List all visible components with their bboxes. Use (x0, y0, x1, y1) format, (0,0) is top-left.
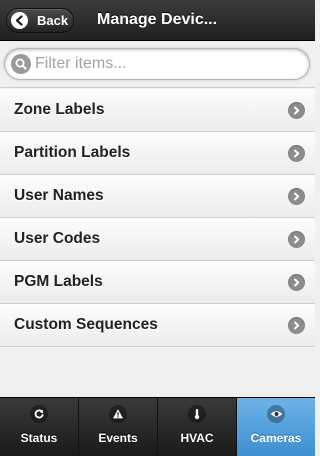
eye-icon (267, 405, 285, 423)
device-settings-list: Zone Labels Partition Labels User Names … (0, 89, 315, 347)
back-button-label: Back (37, 13, 69, 28)
chevron-right-icon (288, 231, 305, 248)
list-item-label: Zone Labels (14, 101, 105, 118)
list-item-zone-labels[interactable]: Zone Labels (0, 89, 315, 132)
chevron-right-icon (288, 274, 305, 291)
tab-status[interactable]: Status (0, 398, 79, 456)
list-item-user-codes[interactable]: User Codes (0, 218, 315, 261)
header-bar: Back Manage Devic... (0, 0, 315, 41)
list-item-partition-labels[interactable]: Partition Labels (0, 132, 315, 175)
tab-hvac[interactable]: HVAC (158, 398, 237, 456)
list-item-pgm-labels[interactable]: PGM Labels (0, 261, 315, 304)
alert-icon (109, 405, 127, 423)
list-item-label: User Names (14, 187, 104, 204)
filter-input[interactable] (35, 53, 300, 75)
list-item-user-names[interactable]: User Names (0, 175, 315, 218)
search-box[interactable] (4, 48, 310, 80)
list-item-label: PGM Labels (14, 273, 103, 290)
chevron-right-icon (288, 102, 305, 119)
tab-label: Events (98, 431, 138, 445)
tab-label: Status (20, 431, 58, 445)
arrow-left-icon (11, 12, 28, 29)
filter-bar (0, 41, 315, 88)
tab-bar: Status Events HVAC Cameras (0, 397, 315, 456)
tab-events[interactable]: Events (79, 398, 158, 456)
list-item-label: Partition Labels (14, 144, 131, 161)
tab-label: HVAC (180, 431, 214, 445)
tab-label: Cameras (250, 431, 302, 445)
page-title: Manage Devic... (97, 11, 218, 28)
chevron-right-icon (288, 317, 305, 334)
thermometer-icon (188, 405, 206, 423)
refresh-icon (30, 405, 48, 423)
chevron-right-icon (288, 188, 305, 205)
search-icon (11, 54, 31, 74)
chevron-right-icon (288, 145, 305, 162)
tab-cameras[interactable]: Cameras (237, 398, 315, 456)
list-item-custom-sequences[interactable]: Custom Sequences (0, 304, 315, 347)
list-item-label: Custom Sequences (14, 316, 158, 333)
back-button[interactable]: Back (6, 8, 74, 33)
list-item-label: User Codes (14, 230, 101, 247)
